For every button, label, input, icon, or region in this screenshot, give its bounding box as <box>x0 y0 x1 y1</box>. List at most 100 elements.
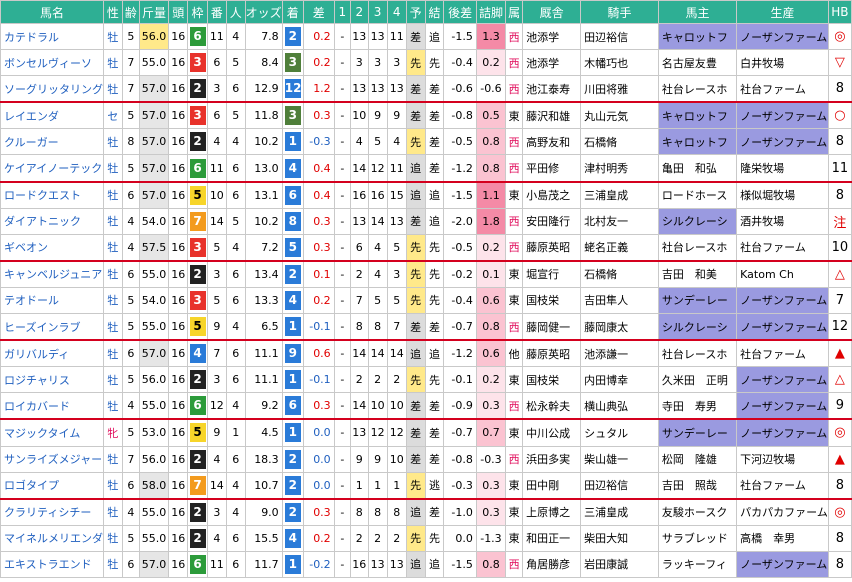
table-row[interactable]: マジックタイム牝 5 53.0 16 5 9 1 4.5 1 0.0-13 12 12 差差 -0.7 0.… <box>0 418 852 447</box>
table-row[interactable]: カテドラル牡 5 56.0 16 6 11 4 7.8 2 0.2-13 13 11 差追 -1.5 1.3… <box>0 22 852 51</box>
cell-name[interactable]: クラリティシチー <box>0 497 104 526</box>
cell-c1: - <box>333 49 352 77</box>
cell-name[interactable]: クルーガー <box>0 128 104 156</box>
cell-name[interactable]: ロゴタイプ <box>0 471 104 500</box>
cell-to: 16 <box>168 471 189 500</box>
column-header[interactable]: 騎手 <box>580 0 659 24</box>
gate-badge: 3 <box>189 53 206 73</box>
column-header[interactable]: 生産 <box>736 0 829 24</box>
column-header[interactable]: 3 <box>367 0 388 24</box>
table-row[interactable]: ダイアトニック牡 4 54.0 16 7 14 5 10.2 8 0.3-13 14 13 差追 -2.0… <box>0 207 852 235</box>
cell-name[interactable]: ソーグリッタリング <box>0 75 104 103</box>
cell-ketsu: 追 <box>424 207 445 235</box>
table-row[interactable]: テオドール牡 5 54.0 16 3 5 6 13.3 4 0.2-7 5 5 先先 -0.4 0.6 東国枝… <box>0 286 852 315</box>
cell-seisan: 様似堀牧場 <box>736 180 829 209</box>
column-header[interactable]: 番 <box>206 0 227 24</box>
cell-name[interactable]: カテドラル <box>0 22 104 51</box>
column-header[interactable]: 頭 <box>168 0 189 24</box>
column-header[interactable]: 斤量 <box>138 0 170 24</box>
cell-ban: 9 <box>206 313 227 341</box>
column-header[interactable]: 属 <box>505 0 524 24</box>
cell-name[interactable]: ロードクエスト <box>0 180 104 209</box>
cell-sa: 0.1 <box>302 259 335 288</box>
table-row[interactable]: ロジチャリス牡 5 56.0 16 2 3 6 11.1 1 -0.1-2 2 2 先先 -0.1 0.2 東… <box>0 366 852 394</box>
cell-name[interactable]: ロイカバード <box>0 392 104 420</box>
cell-yo: 先 <box>405 128 426 156</box>
column-header[interactable]: 結 <box>424 0 445 24</box>
cell-c3: 5 <box>367 128 388 156</box>
cell-odds: 13.1 <box>244 180 283 209</box>
cell-name[interactable]: サンライズメジャー <box>0 445 104 473</box>
table-row[interactable]: レイエンダセ 5 57.0 16 3 6 5 11.8 3 0.3-10 9 9 差差 -0.8 0.5 東藤… <box>0 101 852 130</box>
table-row[interactable]: ロゴタイプ牡 6 58.0 16 7 14 4 10.7 2 0.0-1 1 1 先逃 -0.3 0.3 東田… <box>0 471 852 500</box>
column-header[interactable]: 後差 <box>443 0 477 24</box>
table-row[interactable]: ガリバルディ牡 6 57.0 16 4 7 6 11.1 9 0.6-14 14 14 追追 -1.2 0.… <box>0 339 852 368</box>
column-header[interactable]: 馬主 <box>657 0 738 24</box>
column-header[interactable]: HB <box>827 0 852 24</box>
cell-kishu: 吉田隼人 <box>580 286 659 315</box>
column-header[interactable]: 予 <box>405 0 426 24</box>
column-header[interactable]: 性 <box>103 0 123 24</box>
cell-name[interactable]: レイエンダ <box>0 101 104 130</box>
cell-name[interactable]: ケイアイノーテック <box>0 154 104 183</box>
cell-waku: 2 <box>187 497 208 526</box>
cell-name[interactable]: キャンベルジュニア <box>0 259 104 288</box>
column-header[interactable]: 馬名 <box>0 0 104 24</box>
column-header[interactable]: 齢 <box>121 0 140 24</box>
cell-chaku: 1 <box>281 366 304 394</box>
cell-name[interactable]: エキストラエンド <box>0 550 104 578</box>
cell-name[interactable]: ダイアトニック <box>0 207 104 235</box>
table-row[interactable]: サンライズメジャー牡 7 56.0 16 2 4 6 18.3 2 0.0-9 9 10 差差 -0.8-… <box>0 445 852 473</box>
cell-ban: 11 <box>206 154 227 183</box>
cell-tsume: 0.2 <box>475 366 507 394</box>
column-header[interactable]: オッズ <box>244 0 283 24</box>
column-header[interactable]: 着 <box>281 0 304 24</box>
cell-c2: 8 <box>350 497 369 526</box>
column-header[interactable]: 詰脚 <box>475 0 507 24</box>
cell-name[interactable]: ロジチャリス <box>0 366 104 394</box>
cell-kishu: 田辺裕信 <box>580 22 659 51</box>
table-row[interactable]: マイネルメリエンダ牡 5 55.0 16 2 4 6 15.5 4 0.2-2 2 2 先先 0.0 -1.… <box>0 524 852 552</box>
cell-name[interactable]: ヒーズインラブ <box>0 313 104 341</box>
cell-to: 16 <box>168 154 189 183</box>
cell-to: 16 <box>168 445 189 473</box>
cell-hb: ○ <box>827 101 852 130</box>
table-row[interactable]: ロイカバード牡 4 55.0 16 6 12 4 9.2 6 0.3-14 10 10 差差 -0.9 0.… <box>0 392 852 420</box>
finish-badge: 1 <box>284 423 301 443</box>
finish-badge: 3 <box>284 53 301 73</box>
table-row[interactable]: ギベオン牡 4 57.5 16 3 5 4 7.2 5 0.3-6 4 5 先先 -0.5 0.2 西藤原英昭… <box>0 233 852 262</box>
column-header[interactable]: 2 <box>350 0 369 24</box>
column-header[interactable]: 枠 <box>187 0 208 24</box>
table-row[interactable]: ソーグリッタリング牡 7 57.0 16 2 3 6 12.9 12 1.2-13 13 13 差差 -0… <box>0 75 852 103</box>
cell-zoku: 西 <box>505 128 524 156</box>
cell-age: 6 <box>121 259 140 288</box>
cell-kyusha: 中川公成 <box>522 418 582 447</box>
table-row[interactable]: ケイアイノーテック牡 5 57.0 16 6 11 6 13.0 4 0.4-14 12 11 追差 -1… <box>0 154 852 183</box>
cell-name[interactable]: ボンセルヴィーソ <box>0 49 104 77</box>
cell-age: 4 <box>121 233 140 262</box>
table-row[interactable]: ヒーズインラブ牡 5 55.0 16 5 9 4 6.5 1 -0.1-8 8 7 差差 -0.7 0.8 西… <box>0 313 852 341</box>
cell-tsume: 0.6 <box>475 339 507 368</box>
table-row[interactable]: ロードクエスト牡 6 57.0 16 5 10 6 13.1 6 0.4-16 16 15 追追 -1.5… <box>0 180 852 209</box>
cell-waku: 3 <box>187 233 208 262</box>
column-header[interactable]: 差 <box>302 0 335 24</box>
column-header[interactable]: 1 <box>333 0 352 24</box>
cell-name[interactable]: テオドール <box>0 286 104 315</box>
table-row[interactable]: キャンベルジュニア牡 6 55.0 16 2 3 6 13.4 2 0.1-2 4 3 先先 -0.2 0.… <box>0 259 852 288</box>
cell-name[interactable]: マジックタイム <box>0 418 104 447</box>
table-row[interactable]: クルーガー牡 8 57.0 16 2 4 4 10.2 1 -0.3-4 5 4 先差 -0.5 0.8 西高… <box>0 128 852 156</box>
cell-name[interactable]: ギベオン <box>0 233 104 262</box>
table-row[interactable]: ボンセルヴィーソ牡 7 55.0 16 3 6 5 8.4 3 0.2-3 3 3 先先 -0.4 0.2 西… <box>0 49 852 77</box>
cell-banushi: 吉田 和美 <box>657 259 738 288</box>
column-header[interactable]: 人 <box>225 0 246 24</box>
column-header[interactable]: 厩舎 <box>522 0 582 24</box>
column-header[interactable]: 4 <box>386 0 407 24</box>
cell-kyusha: 浜田多実 <box>522 445 582 473</box>
cell-sa: -0.1 <box>302 313 335 341</box>
table-row[interactable]: クラリティシチー牡 4 55.0 16 2 3 4 9.0 2 0.3-8 8 8 追差 -1.0 0.3 東… <box>0 497 852 526</box>
cell-name[interactable]: マイネルメリエンダ <box>0 524 104 552</box>
cell-name[interactable]: ガリバルディ <box>0 339 104 368</box>
cell-kosa: 0.0 <box>443 524 477 552</box>
table-row[interactable]: エキストラエンド牡 6 57.0 16 6 11 6 11.7 1 -0.2-16 13 13 追追 -1… <box>0 550 852 578</box>
cell-ban: 3 <box>206 497 227 526</box>
